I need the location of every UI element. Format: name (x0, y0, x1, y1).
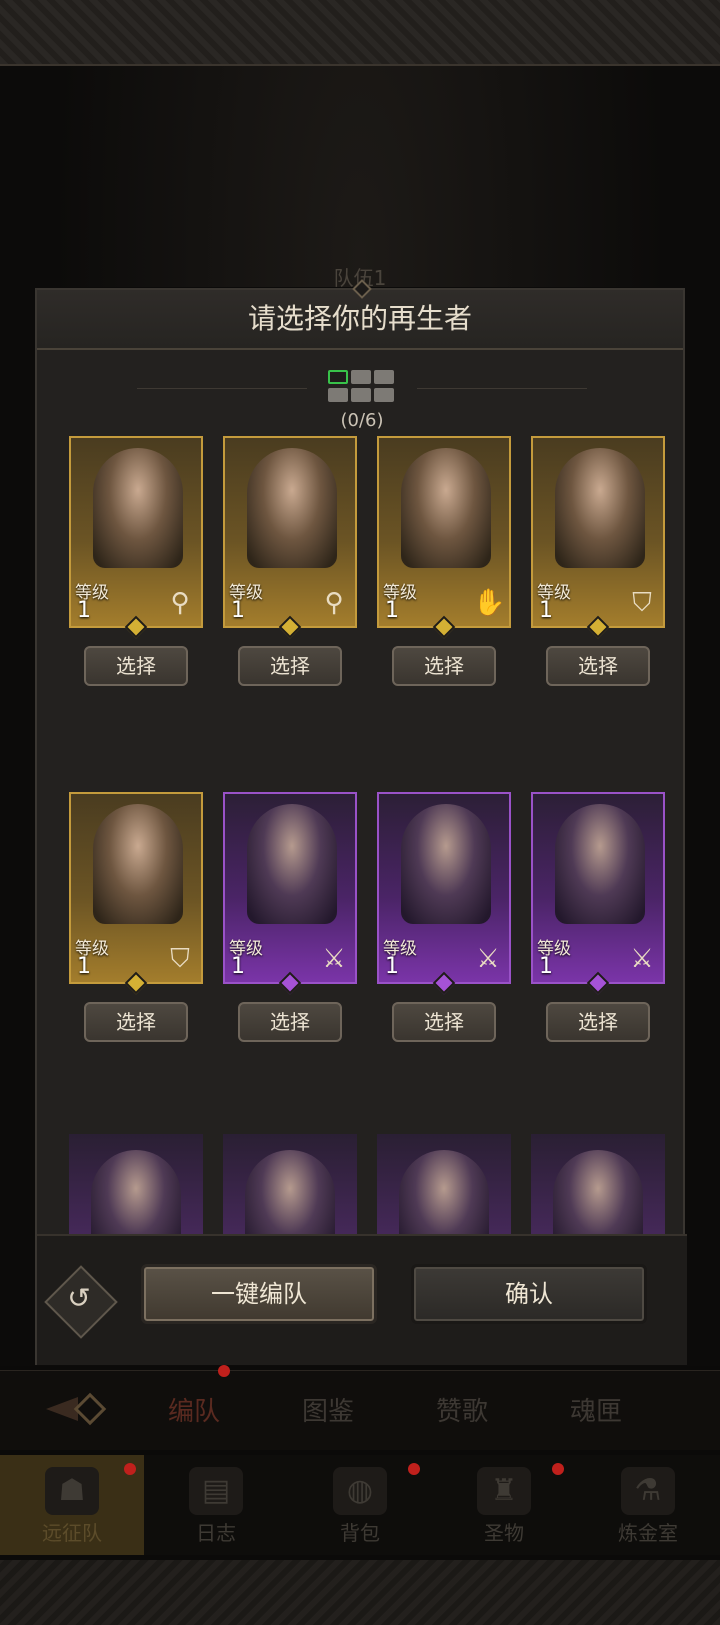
notification-dot (408, 1463, 420, 1475)
level-value: 1 (385, 598, 399, 623)
select-button[interactable]: 选择 (84, 1002, 188, 1042)
team-counter: (0/6) (37, 370, 687, 431)
level-value: 1 (231, 954, 245, 979)
team-counter-text: (0/6) (340, 410, 384, 431)
tab-codex[interactable]: 图鉴 (302, 1391, 354, 1428)
hero-portrait (91, 1150, 181, 1234)
select-button[interactable]: 选择 (238, 1002, 342, 1042)
hero-card[interactable] (69, 1134, 203, 1234)
hero-card[interactable]: 等级 1 ⚔ (223, 792, 357, 984)
select-button[interactable]: 选择 (84, 646, 188, 686)
auto-formation-button[interactable]: 一键编队 (141, 1264, 377, 1324)
level-value: 1 (77, 954, 91, 979)
notification-dot (218, 1365, 230, 1377)
select-button[interactable]: 选择 (392, 1002, 496, 1042)
select-button[interactable]: 选择 (238, 646, 342, 686)
alchemy-icon: ⚗ (621, 1467, 675, 1515)
nav-alchemy[interactable]: ⚗ 炼金室 (576, 1455, 720, 1555)
confirm-button[interactable]: 确认 (411, 1264, 647, 1324)
nav-label: 远征队 (42, 1521, 102, 1545)
level-value: 1 (77, 598, 91, 623)
hero-card[interactable]: 等级 1 ⛉ (69, 792, 203, 984)
hero-grid: 等级 1 ⚲ 选择 等级 1 ⚲ 选择 等级 1 ✋ 选择 等级 1 ⛉ 选择 等级 1 ⛉ 选择 等级 1 ⚔ 选择 等级 1 ⚔… (37, 436, 687, 1234)
hero-card[interactable] (531, 1134, 665, 1234)
notification-dot (124, 1463, 136, 1475)
staff-icon: ⚲ (324, 588, 344, 618)
tab-hymns[interactable]: 赞歌 (436, 1391, 488, 1428)
hero-portrait (93, 448, 183, 568)
shield-icon: ⛉ (170, 944, 190, 974)
level-value: 1 (539, 598, 553, 623)
nav-label: 圣物 (484, 1521, 524, 1545)
sub-tab-bar: 编队 图鉴 赞歌 魂匣 (0, 1365, 720, 1450)
level-value: 1 (231, 598, 245, 623)
hero-portrait (245, 1150, 335, 1234)
nav-label: 背包 (340, 1521, 380, 1545)
nav-label: 日志 (196, 1521, 236, 1545)
modal-title: 请选择你的再生者 (37, 290, 683, 350)
scroll-icon: ▤ (189, 1467, 243, 1515)
level-value: 1 (539, 954, 553, 979)
select-button[interactable]: 选择 (546, 1002, 650, 1042)
select-button[interactable]: 选择 (546, 646, 650, 686)
palm-icon: ✋ (473, 588, 506, 618)
sword-icon: ⚔ (476, 944, 500, 974)
hero-portrait (93, 804, 183, 924)
hero-portrait (401, 804, 491, 924)
nav-label: 炼金室 (618, 1521, 678, 1545)
hero-card[interactable]: 等级 1 ⚲ (69, 436, 203, 628)
hero-portrait (247, 804, 337, 924)
top-border (0, 0, 720, 66)
hero-card[interactable]: 等级 1 ⚔ (377, 792, 511, 984)
nav-journal[interactable]: ▤ 日志 (144, 1455, 288, 1555)
hero-card[interactable]: 等级 1 ✋ (377, 436, 511, 628)
select-button[interactable]: 选择 (392, 646, 496, 686)
tab-formation[interactable]: 编队 (168, 1391, 220, 1428)
chalice-icon: ♜ (477, 1467, 531, 1515)
hero-portrait (553, 1150, 643, 1234)
hero-card[interactable]: 等级 1 ⚔ (531, 792, 665, 984)
hero-portrait (399, 1150, 489, 1234)
reset-button[interactable]: ↺ (44, 1265, 118, 1339)
hero-card[interactable]: 等级 1 ⚲ (223, 436, 357, 628)
hero-card[interactable]: 等级 1 ⛉ (531, 436, 665, 628)
main-nav: ☗ 远征队 ▤ 日志 ◍ 背包 ♜ 圣物 ⚗ 炼金室 (0, 1455, 720, 1555)
staff-icon: ⚲ (170, 588, 190, 618)
sword-icon: ⚔ (322, 944, 346, 974)
team-slots-icon (326, 370, 398, 404)
sword-icon: ⚔ (630, 944, 654, 974)
level-value: 1 (385, 954, 399, 979)
tab-soul-box[interactable]: 魂匣 (570, 1391, 622, 1428)
hero-portrait (247, 448, 337, 568)
refresh-icon: ↺ (67, 1281, 91, 1315)
hero-portrait (401, 448, 491, 568)
bag-icon: ◍ (333, 1467, 387, 1515)
shield-icon: ⛉ (632, 588, 652, 618)
back-arrow-icon[interactable] (44, 1389, 108, 1429)
bottom-border (0, 1560, 720, 1625)
hero-select-modal: 请选择你的再生者 (0/6) 等级 1 ⚲ 选择 等级 1 ⚲ 选择 等级 1 ✋ 选择 等级 1 ⛉ 选择等… (35, 279, 687, 1365)
hero-portrait (555, 804, 645, 924)
hero-card[interactable] (223, 1134, 357, 1234)
hero-portrait (555, 448, 645, 568)
notification-dot (552, 1463, 564, 1475)
nav-expedition[interactable]: ☗ 远征队 (0, 1455, 144, 1555)
hero-card[interactable] (377, 1134, 511, 1234)
helmet-icon: ☗ (45, 1467, 99, 1515)
modal-footer: ↺ 一键编队 确认 (37, 1234, 687, 1365)
